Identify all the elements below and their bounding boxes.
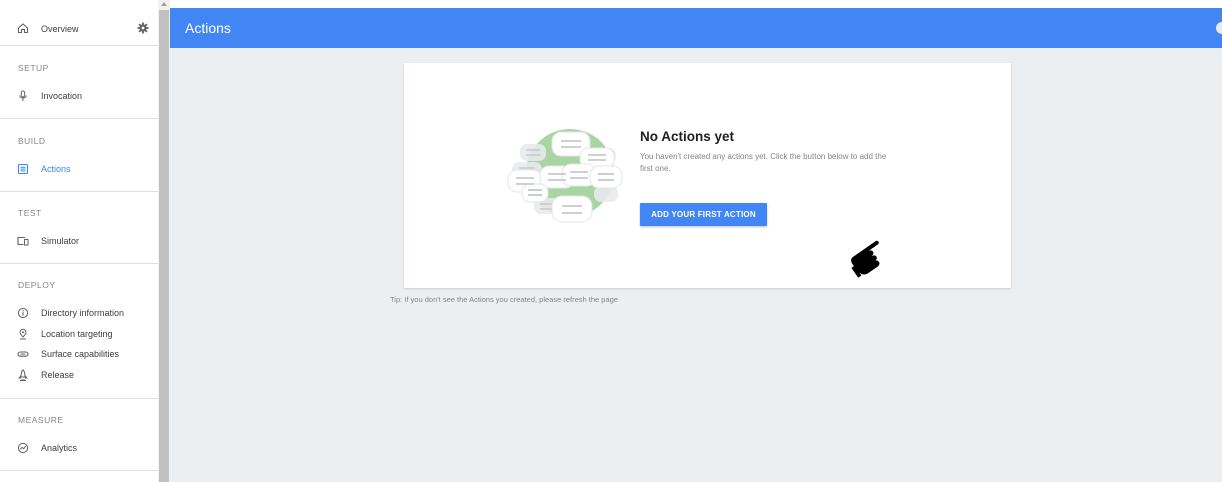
header-bar: Actions xyxy=(170,8,1222,48)
sidebar-item-label: Invocation xyxy=(41,91,83,101)
account-avatar[interactable] xyxy=(1216,22,1222,34)
section-title: BUILD xyxy=(18,136,46,146)
home-icon xyxy=(17,23,29,34)
sidebar-item-simulator[interactable]: Simulator xyxy=(0,232,158,250)
sidebar-section-measure: MEASURE Analytics xyxy=(0,400,158,471)
devices-icon xyxy=(17,236,29,246)
empty-state-description: You haven't created any actions yet. Cli… xyxy=(640,152,887,173)
section-title: TEST xyxy=(18,208,42,218)
scrollbar-thumb[interactable] xyxy=(159,10,169,482)
empty-state-heading: No Actions yet xyxy=(640,129,735,144)
info-icon xyxy=(17,307,29,319)
list-box-icon xyxy=(17,163,29,175)
sidebar-item-overview[interactable]: Overview xyxy=(41,24,79,34)
section-title: DEPLOY xyxy=(18,280,56,290)
sidebar-overview-row: Overview xyxy=(0,8,158,46)
sidebar-item-label: Directory information xyxy=(41,308,125,318)
rocket-icon xyxy=(18,369,28,381)
sidebar-item-label: Surface capabilities xyxy=(41,349,120,359)
sidebar-item-label: Analytics xyxy=(41,443,78,453)
add-first-action-button[interactable]: ADD YOUR FIRST ACTION xyxy=(640,203,767,226)
sidebar-item-analytics[interactable]: Analytics xyxy=(0,439,158,457)
microphone-icon xyxy=(19,90,27,101)
sidebar-item-directory-information[interactable]: Directory information xyxy=(0,304,158,322)
sidebar-item-actions[interactable]: Actions xyxy=(0,160,158,178)
sidebar-section-build: BUILD Actions xyxy=(0,120,158,192)
analytics-icon xyxy=(17,442,29,454)
sidebar-item-label: Simulator xyxy=(41,236,80,246)
scroll-up-arrow-icon[interactable] xyxy=(161,2,167,6)
empty-state-card: No Actions yet You haven't created any a… xyxy=(404,63,1011,288)
main-content: No Actions yet You haven't created any a… xyxy=(170,48,1222,482)
sidebar-item-location-targeting[interactable]: Location targeting xyxy=(0,325,158,343)
chat-bubbles-illustration xyxy=(507,129,623,229)
section-title: MEASURE xyxy=(18,415,64,425)
sidebar-item-label: Location targeting xyxy=(41,329,113,339)
sidebar-item-label: Actions xyxy=(41,164,71,174)
sidebar-item-invocation[interactable]: Invocation xyxy=(0,87,158,105)
gear-icon[interactable] xyxy=(137,22,149,34)
sidebar: Overview SETUP Invocation BUILD Actions … xyxy=(0,0,158,482)
section-title: SETUP xyxy=(18,63,49,73)
page-title: Actions xyxy=(185,20,231,36)
pointing-hand-icon xyxy=(851,240,880,278)
sidebar-section-setup: SETUP Invocation xyxy=(0,47,158,119)
sidebar-item-label: Release xyxy=(41,370,75,380)
sidebar-item-surface-capabilities[interactable]: Surface capabilities xyxy=(0,345,158,363)
refresh-tip: Tip: If you don't see the Actions you cr… xyxy=(390,295,618,304)
location-pin-icon xyxy=(19,328,27,340)
sidebar-section-test: TEST Simulator xyxy=(0,193,158,264)
surface-pill-icon xyxy=(17,351,29,357)
sidebar-section-deploy: DEPLOY Directory information Location ta… xyxy=(0,265,158,399)
sidebar-item-release[interactable]: Release xyxy=(0,366,158,384)
top-strip xyxy=(170,0,1222,8)
